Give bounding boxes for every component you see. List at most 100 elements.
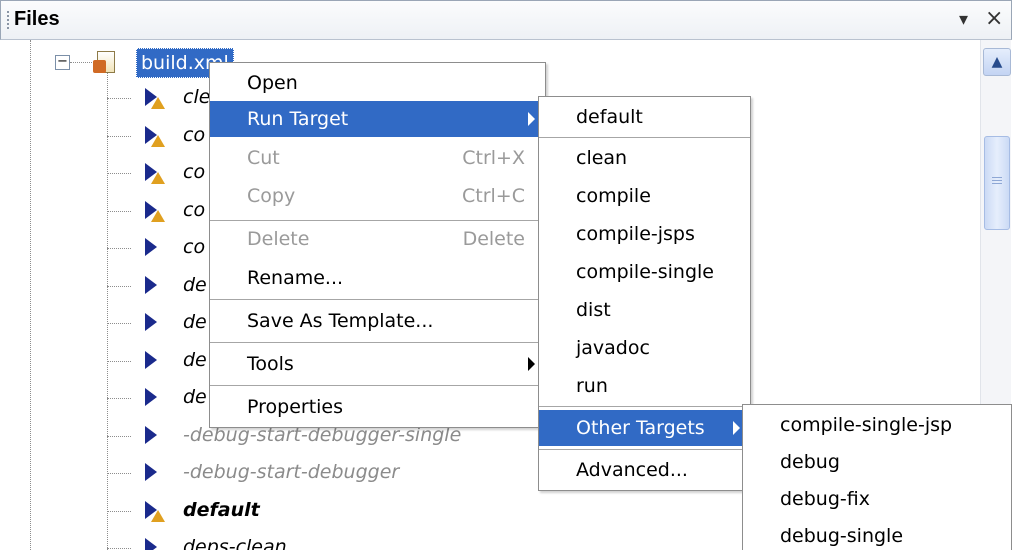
target-default[interactable]: default (539, 99, 750, 135)
target-icon (143, 388, 163, 410)
tree-target-label: de (183, 386, 207, 408)
minimize-icon[interactable]: ▾ (959, 9, 968, 30)
tree-target-label: de (183, 273, 207, 296)
tree-target-label: default (183, 498, 260, 521)
menu-item-label: debug-single (780, 525, 904, 547)
menu-item-label: Delete (247, 228, 310, 250)
target-icon (143, 463, 163, 485)
target-icon (143, 425, 163, 448)
target-item[interactable]: clean (539, 140, 750, 176)
tree-connector (107, 173, 131, 174)
menu-separator (210, 342, 545, 343)
menu-item-advanced[interactable]: Advanced... (539, 452, 750, 488)
menu-item-label: clean (576, 147, 628, 169)
tree-target-label: co (183, 123, 206, 146)
menu-item-label: Tools (247, 353, 294, 375)
tree-connector (107, 435, 131, 437)
context-menu: Open Run Target Cut Ctrl+X Copy Ctrl+C D… (209, 62, 546, 428)
target-icon (143, 313, 163, 335)
target-item[interactable]: debug-single (743, 518, 1011, 550)
tree-target-label: co (183, 236, 206, 258)
target-item[interactable]: dist (539, 292, 750, 328)
menu-separator (539, 449, 750, 450)
menu-item-label: Properties (247, 396, 344, 418)
shortcut-label: Delete (462, 228, 525, 250)
menu-separator (210, 299, 545, 300)
menu-item-label: run (576, 375, 608, 397)
menu-item-label: javadoc (576, 337, 650, 359)
submenu-arrow-icon (733, 421, 740, 435)
menu-item-label: Other Targets (576, 417, 705, 439)
menu-item-rename[interactable]: Rename... (210, 260, 545, 296)
shortcut-label: Ctrl+X (462, 147, 525, 169)
menu-separator (539, 137, 750, 138)
files-panel: Files ▾ × − build.xml cle co co co co de de de d… (0, 0, 1012, 550)
menu-item-label: Rename... (247, 267, 344, 289)
tree-target-label: co (183, 161, 206, 183)
menu-item-run-target[interactable]: Run Target (210, 101, 545, 137)
submenu-arrow-icon (528, 112, 535, 126)
menu-item-label: Save As Template... (247, 310, 434, 332)
submenu-arrow-icon (528, 357, 535, 371)
drag-grip-icon[interactable] (7, 11, 9, 31)
target-item[interactable]: debug-fix (743, 481, 1011, 517)
tree-target-label: cle (183, 86, 211, 108)
tree-connector (107, 398, 131, 399)
tree-connector (107, 285, 131, 287)
scroll-thumb[interactable] (984, 136, 1010, 230)
shortcut-label: Ctrl+C (462, 185, 525, 207)
target-item[interactable]: compile-single-jsp (743, 407, 1011, 443)
tree-target-label: de (183, 311, 207, 333)
target-icon (143, 538, 163, 550)
thumb-grip-icon (992, 177, 1002, 185)
target-item[interactable]: compile (539, 178, 750, 214)
target-item[interactable]: compile-single (539, 254, 750, 290)
target-item[interactable]: debug (743, 444, 1011, 480)
menu-item-cut[interactable]: Cut Ctrl+X (210, 140, 545, 176)
menu-item-label: Advanced... (576, 459, 688, 481)
menu-item-label: Open (247, 72, 298, 94)
tree-connector (107, 248, 131, 249)
menu-item-label: debug-fix (780, 488, 870, 510)
panel-header: Files ▾ × (0, 0, 1012, 40)
tree-connector (107, 510, 131, 512)
menu-separator (539, 406, 750, 407)
menu-item-tools[interactable]: Tools (210, 346, 545, 382)
tree-connector (107, 135, 131, 137)
target-item[interactable]: javadoc (539, 330, 750, 366)
ant-build-file-icon (93, 50, 115, 74)
target-warning-icon (143, 88, 165, 110)
menu-item-save-as-template[interactable]: Save As Template... (210, 303, 545, 339)
menu-item-label: dist (576, 299, 611, 321)
menu-item-other-targets[interactable]: Other Targets (539, 410, 750, 446)
tree-connector (107, 323, 131, 324)
target-item[interactable]: run (539, 368, 750, 404)
menu-item-label: compile-single (576, 261, 714, 283)
tree-connector (107, 210, 131, 212)
tree-connector (107, 98, 131, 99)
collapse-icon[interactable]: − (55, 55, 70, 70)
menu-item-label: debug (780, 451, 840, 473)
tree-connector (107, 360, 131, 362)
menu-item-properties[interactable]: Properties (210, 389, 545, 425)
target-icon (143, 238, 163, 260)
menu-item-label: default (576, 106, 643, 128)
menu-item-label: compile (576, 185, 651, 207)
menu-item-label: compile-jsps (576, 223, 695, 245)
target-warning-icon (143, 500, 165, 523)
menu-item-copy[interactable]: Copy Ctrl+C (210, 178, 545, 214)
tree-target-label: -debug-start-debugger (183, 461, 400, 483)
scroll-up-arrow-icon[interactable]: ▲ (983, 48, 1011, 76)
other-targets-submenu: compile-single-jsp debug debug-fix debug-si… (742, 404, 1012, 550)
menu-item-label: Run Target (247, 108, 349, 130)
menu-item-label: compile-single-jsp (780, 414, 953, 436)
close-icon[interactable]: × (985, 6, 1003, 31)
target-warning-icon (143, 200, 165, 223)
menu-item-open[interactable]: Open (210, 65, 545, 101)
menu-item-delete[interactable]: Delete Delete (210, 221, 545, 257)
tree-connector (107, 473, 131, 474)
tree-target-label: de (183, 348, 207, 371)
target-warning-icon (143, 163, 165, 185)
panel-title: Files (14, 8, 60, 30)
target-item[interactable]: compile-jsps (539, 216, 750, 252)
